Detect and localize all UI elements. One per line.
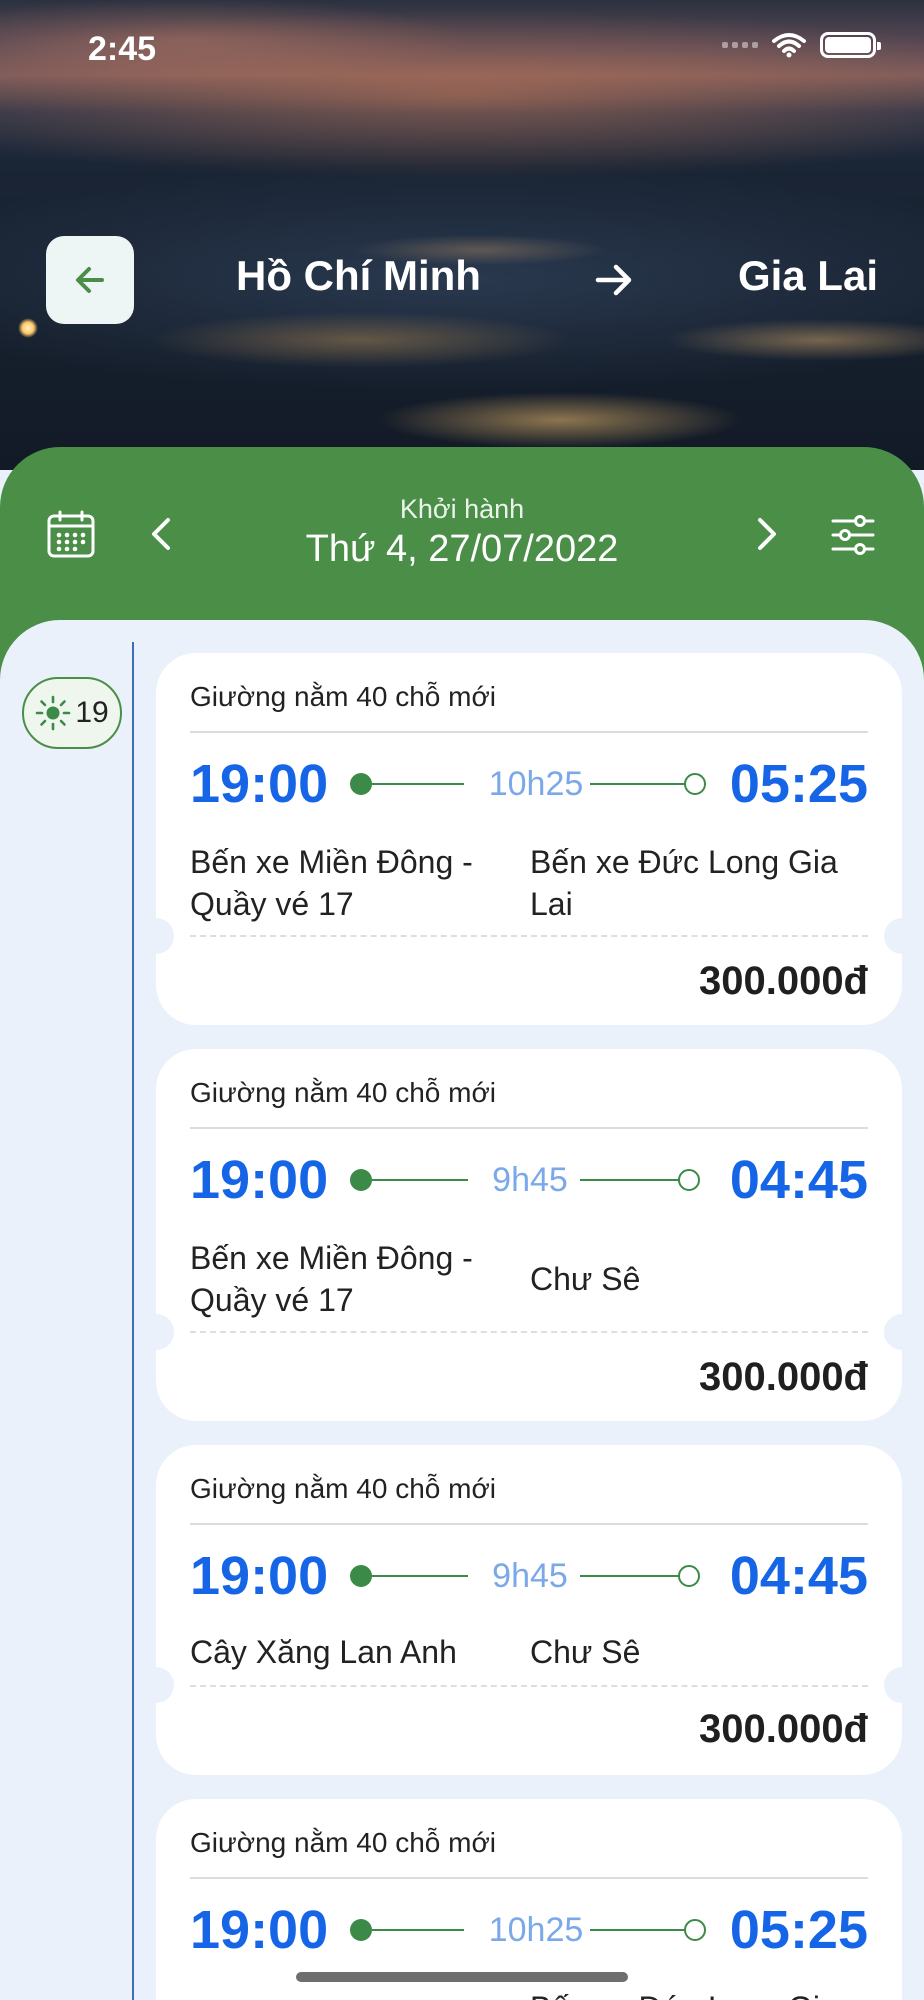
departure-time: 19:00 <box>190 1900 329 1960</box>
battery-icon <box>820 32 881 58</box>
departure-time: 19:00 <box>190 1546 329 1606</box>
status-time: 2:45 <box>88 30 157 68</box>
departure-date[interactable]: Thứ 4, 27/07/2022 <box>0 528 924 571</box>
departure-caption: Khởi hành <box>399 494 525 524</box>
bus-type: Giường nằm 40 chỗ mới <box>190 1473 497 1504</box>
arrival-time: 05:25 <box>729 754 868 814</box>
departure-dot <box>350 773 372 795</box>
arrival-time: 04:45 <box>729 1546 868 1606</box>
ticket-notch <box>138 1314 174 1350</box>
pickup-station: Bến xe Miền Đông - Quầy vé 17 <box>190 844 473 922</box>
cellular-signal-icon <box>722 42 758 48</box>
departure-dot <box>350 1169 372 1191</box>
ticket-notch <box>884 1314 920 1350</box>
route-line <box>590 783 688 785</box>
filter-icon[interactable] <box>830 512 876 558</box>
route-line <box>372 1929 464 1931</box>
arrival-time: 05:25 <box>729 1900 868 1960</box>
trip-duration: 10h25 <box>488 1911 584 1949</box>
trip-duration: 9h45 <box>492 1557 568 1595</box>
status-icons <box>722 32 881 58</box>
pickup-station: Bến xe Miền Đông - Quầy vé 17 <box>190 1240 473 1318</box>
dropoff-station: Bến xe Đức Long Gia Lai <box>530 1987 870 2000</box>
departure-dot <box>350 1565 372 1587</box>
home-indicator[interactable] <box>296 1972 628 1982</box>
light-flare <box>18 318 38 338</box>
route-line <box>372 1575 468 1577</box>
dropoff-station: Chư Sê <box>530 1261 641 1297</box>
bus-type: Giường nằm 40 chỗ mới <box>190 1827 497 1858</box>
wifi-icon <box>772 33 806 58</box>
ticket-notch <box>884 918 920 954</box>
divider <box>190 1127 868 1129</box>
route-line <box>590 1929 688 1931</box>
trip-card[interactable]: Giường nằm 40 chỗ mới 19:00 10h25 05:25 … <box>156 1799 902 2000</box>
ticket-notch <box>884 1667 920 1703</box>
ticket-notch <box>138 918 174 954</box>
bus-type: Giường nằm 40 chỗ mới <box>190 681 497 712</box>
departure-time: 19:00 <box>190 1150 329 1210</box>
route-line <box>372 1179 468 1181</box>
dashed-divider <box>190 1685 868 1687</box>
arrival-dot <box>678 1169 700 1191</box>
arrival-dot <box>678 1565 700 1587</box>
time-group-hour: 19 <box>75 696 109 729</box>
timeline-line <box>132 642 134 2000</box>
dropoff-station: Chư Sê <box>530 1634 641 1670</box>
bus-type: Giường nằm 40 chỗ mới <box>190 1077 497 1108</box>
header-background-image <box>0 0 924 470</box>
ticket-price: 300.000đ <box>698 1707 868 1751</box>
route-line <box>580 1575 684 1577</box>
departure-time: 19:00 <box>190 754 329 814</box>
back-button[interactable] <box>46 236 134 324</box>
arrival-time: 04:45 <box>729 1150 868 1210</box>
trip-duration: 10h25 <box>488 765 584 803</box>
divider <box>190 1877 868 1879</box>
sun-icon <box>36 695 71 731</box>
divider <box>190 731 868 733</box>
dashed-divider <box>190 1331 868 1333</box>
route-line <box>580 1179 684 1181</box>
departure-dot <box>350 1919 372 1941</box>
city-lights <box>0 160 924 470</box>
ticket-price: 300.000đ <box>698 959 868 1003</box>
ticket-notch <box>138 1667 174 1703</box>
trip-card[interactable]: Giường nằm 40 chỗ mới 19:00 9h45 04:45 C… <box>138 1445 920 1775</box>
arrow-right-icon <box>595 264 632 296</box>
route-line <box>372 783 464 785</box>
trip-card[interactable]: Giường nằm 40 chỗ mới 19:00 9h45 04:45 B… <box>138 1049 920 1421</box>
trip-card[interactable]: Giường nằm 40 chỗ mới 19:00 10h25 05:25 … <box>138 653 920 1025</box>
next-day-button[interactable] <box>748 514 784 554</box>
dashed-divider <box>190 935 868 937</box>
divider <box>190 1523 868 1525</box>
route-origin: Hồ Chí Minh <box>236 252 481 299</box>
arrow-left-icon <box>76 267 104 293</box>
arrival-dot <box>684 773 706 795</box>
route-destination: Gia Lai <box>737 252 878 299</box>
pickup-station: Cây Xăng Lan Anh <box>190 1634 457 1670</box>
arrival-dot <box>684 1919 706 1941</box>
time-group-badge: 19 <box>22 677 122 749</box>
trip-duration: 9h45 <box>492 1161 568 1199</box>
ticket-price: 300.000đ <box>698 1355 868 1399</box>
dropoff-station: Bến xe Đức Long Gia Lai <box>530 844 838 922</box>
